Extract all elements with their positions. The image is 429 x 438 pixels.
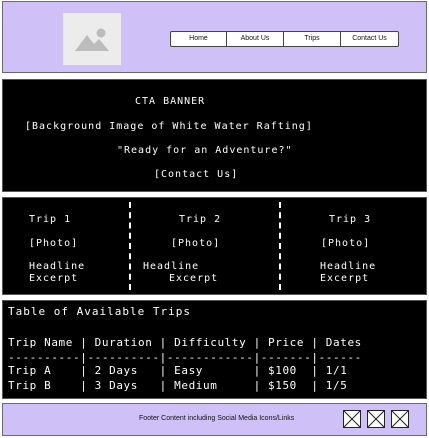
- social-placeholder-icon: [344, 411, 360, 427]
- site-footer: Footer Content including Social Media Ic…: [2, 403, 427, 436]
- cta-background-note: [Background Image of White Water Rafting…: [25, 121, 313, 132]
- trip-card[interactable]: Trip 3 [Photo] Headline Excerpt: [288, 198, 428, 294]
- image-placeholder-icon: [75, 28, 109, 51]
- logo-placeholder[interactable]: [63, 13, 121, 65]
- trip-excerpt: Excerpt: [169, 273, 219, 284]
- trip-card[interactable]: Trip 2 [Photo] Headline Excerpt: [143, 198, 283, 294]
- trips-section: Trip 1 [Photo] Headline Excerpt Trip 2 […: [2, 197, 427, 295]
- social-placeholder-icon: [392, 411, 408, 427]
- trip-title: Trip 3: [329, 214, 372, 225]
- trip-headline: Headline: [143, 261, 200, 272]
- trips-table: Table of Available Trips Trip Name | Dur…: [2, 300, 427, 399]
- social-placeholder-icon: [368, 411, 384, 427]
- site-header: Home About Us Trips Contact Us: [2, 1, 427, 73]
- trip-photo: [Photo]: [29, 238, 79, 249]
- table-row[interactable]: Trip A | 2 Days | Easy | $100 | 1/1: [8, 364, 347, 377]
- column-divider: [279, 202, 281, 290]
- trip-title: Trip 1: [29, 214, 72, 225]
- nav-contact-us[interactable]: Contact Us: [341, 31, 399, 47]
- trip-photo: [Photo]: [321, 238, 371, 249]
- social-link[interactable]: [391, 410, 409, 428]
- trip-excerpt: Excerpt: [320, 273, 370, 284]
- column-divider: [129, 202, 131, 290]
- cta-tagline: "Ready for an Adventure?": [117, 145, 293, 156]
- trip-card[interactable]: Trip 1 [Photo] Headline Excerpt: [3, 198, 143, 294]
- table-header-row: Trip Name | Duration | Difficulty | Pric…: [8, 336, 362, 349]
- cta-contact-button[interactable]: [Contact Us]: [154, 169, 238, 180]
- cta-banner: CTA BANNER [Background Image of White Wa…: [2, 79, 427, 192]
- table-row[interactable]: Trip B | 3 Days | Medium | $150 | 1/5: [8, 379, 347, 392]
- trip-excerpt: Excerpt: [29, 273, 79, 284]
- nav-home[interactable]: Home: [170, 31, 227, 47]
- trip-headline: Headline: [320, 261, 377, 272]
- footer-text: Footer Content including Social Media Ic…: [139, 415, 295, 422]
- nav-about-us[interactable]: About Us: [227, 31, 284, 47]
- social-link[interactable]: [343, 410, 361, 428]
- cta-title: CTA BANNER: [135, 96, 206, 107]
- table-title: Table of Available Trips: [8, 305, 191, 318]
- main-nav: Home About Us Trips Contact Us: [170, 31, 399, 47]
- social-link[interactable]: [367, 410, 385, 428]
- table-separator: ----------|----------|------------|-----…: [8, 351, 362, 364]
- trip-photo: [Photo]: [171, 238, 221, 249]
- trip-title: Trip 2: [179, 214, 222, 225]
- trip-headline: Headline: [29, 261, 86, 272]
- nav-trips[interactable]: Trips: [284, 31, 341, 47]
